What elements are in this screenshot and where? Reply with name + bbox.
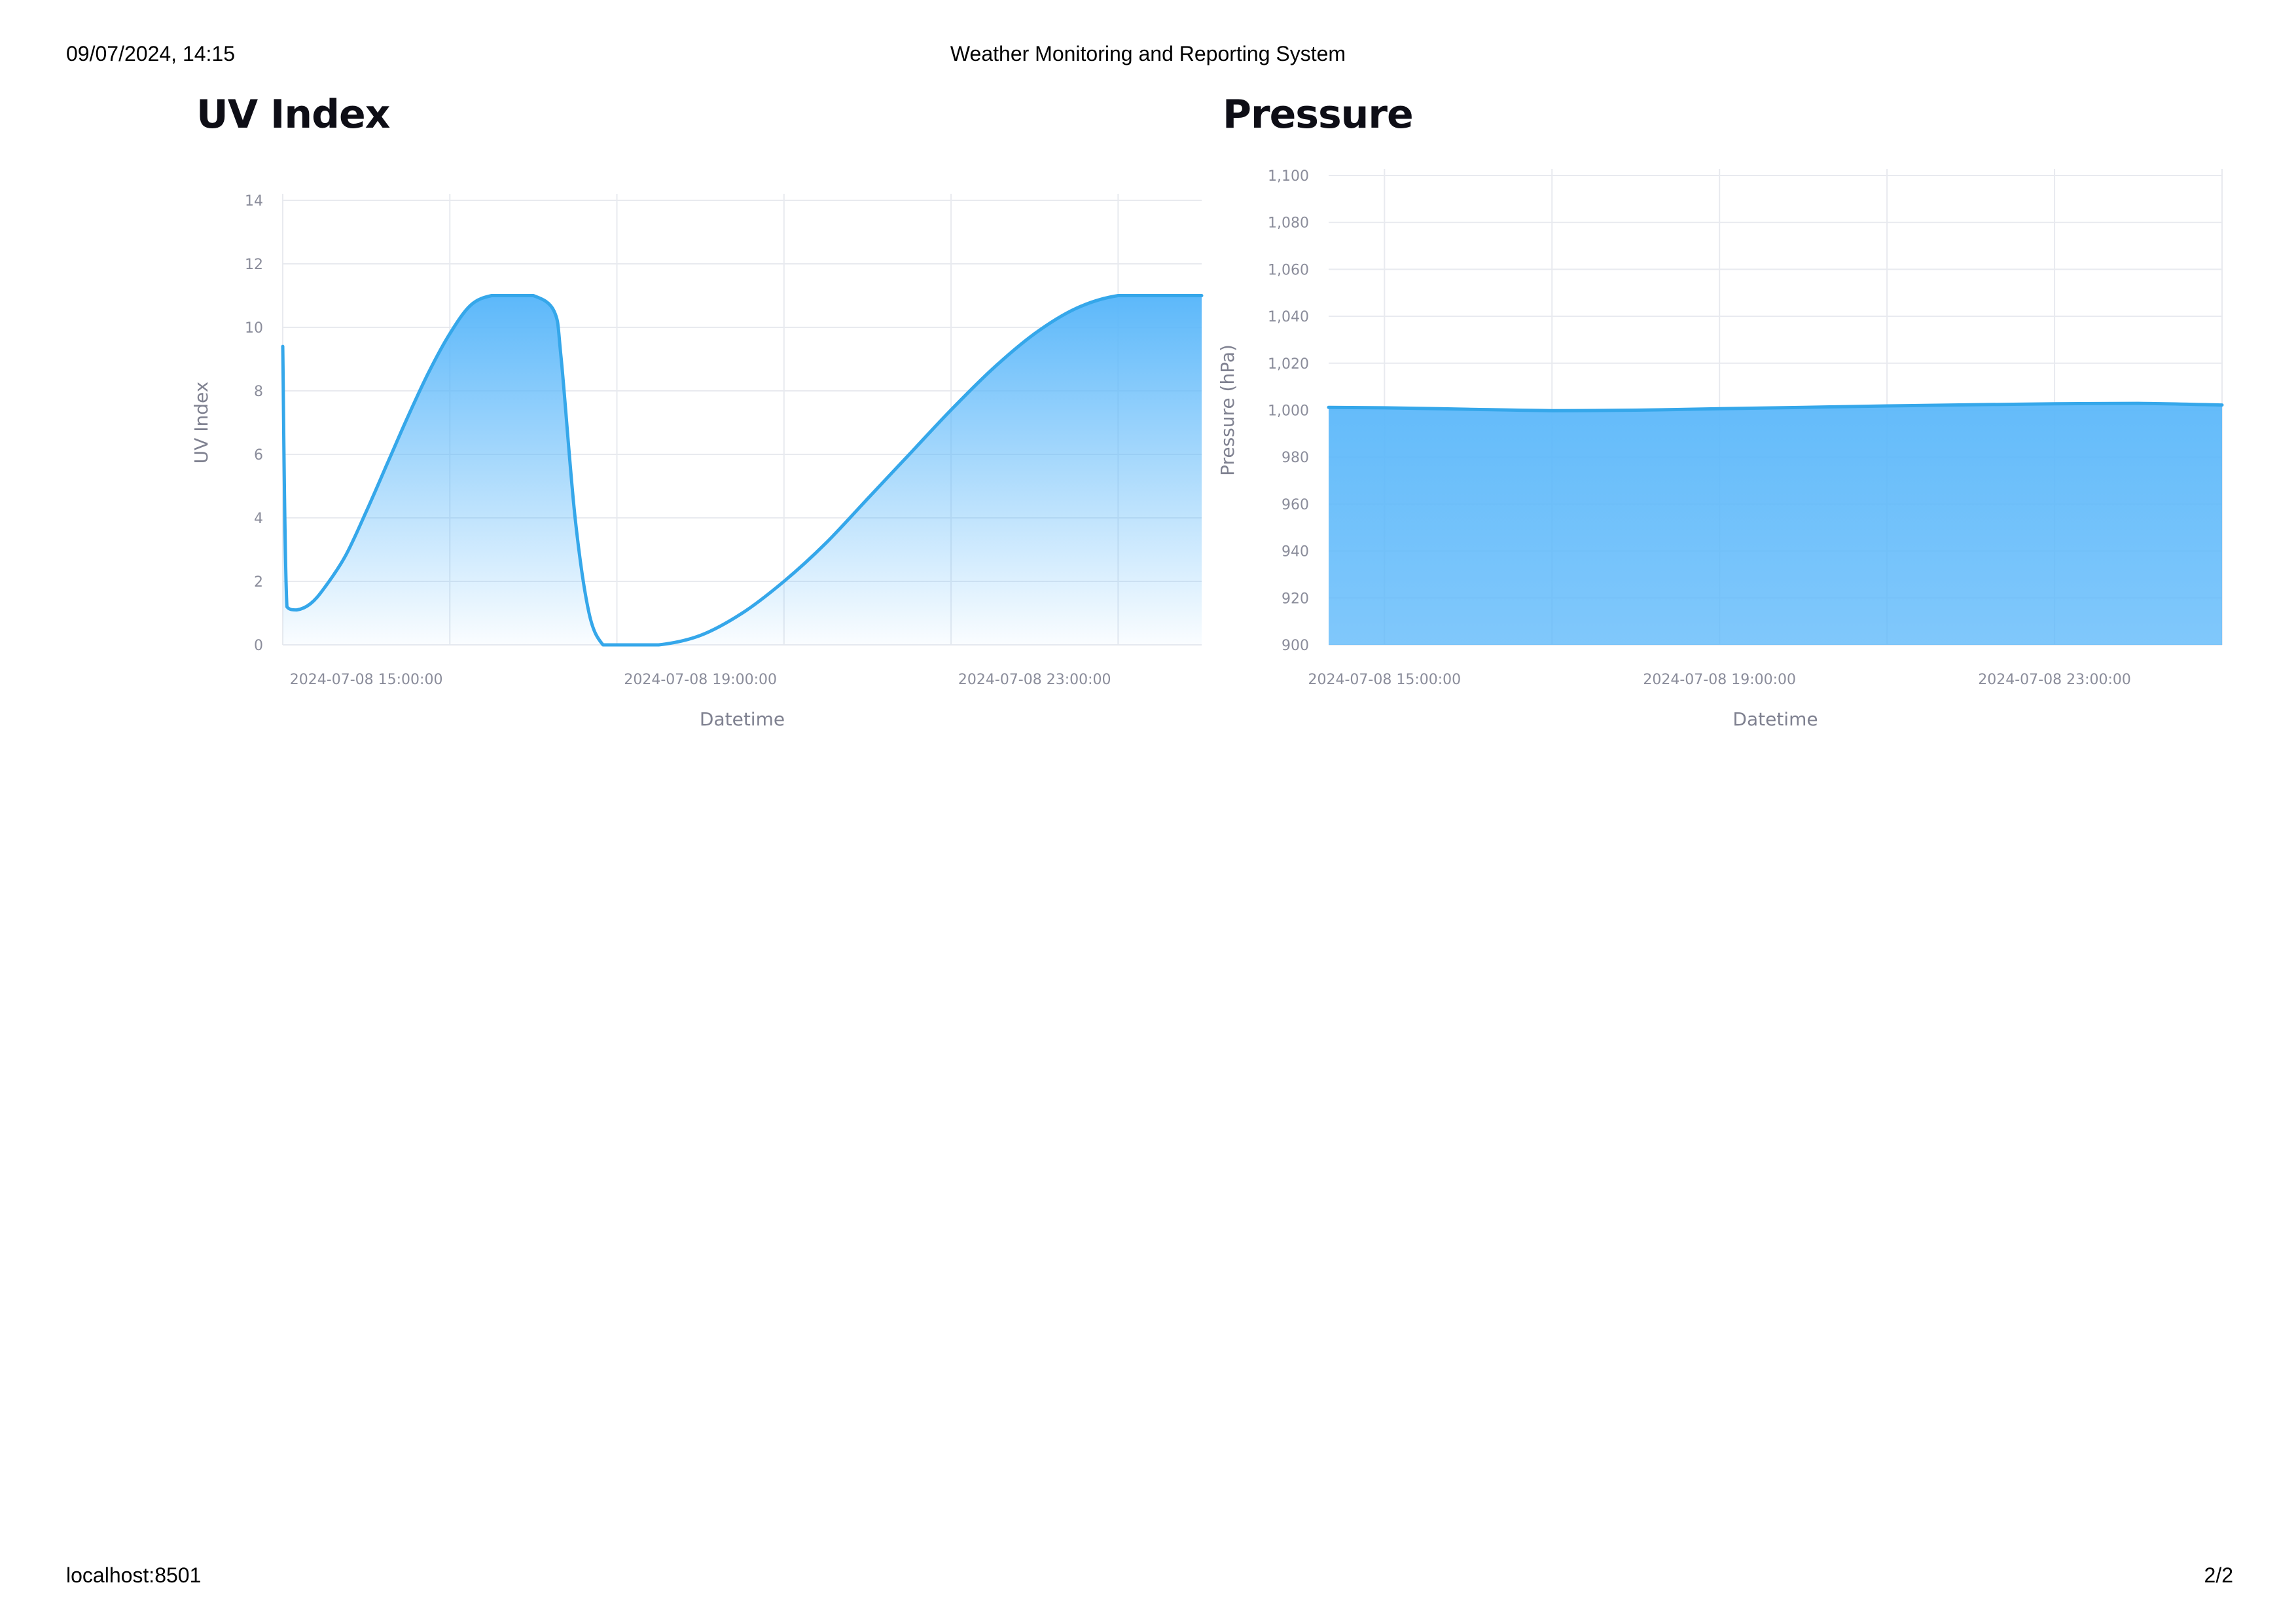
x-tick-label: 2024-07-08 23:00:00 — [1978, 672, 2131, 688]
data-point[interactable] — [1799, 403, 1807, 411]
data-point[interactable] — [2218, 401, 2226, 409]
data-point[interactable] — [1380, 404, 1388, 412]
y-tick-label: 920 — [1282, 591, 1309, 607]
data-point[interactable] — [1967, 401, 1975, 409]
series-area-fill — [1329, 403, 2222, 645]
x-tick-label: 2024-07-08 19:00:00 — [1643, 672, 1796, 688]
y-tick-label: 1,060 — [1268, 262, 1309, 278]
data-point[interactable] — [2134, 399, 2142, 407]
y-tick-label: 1,040 — [1268, 309, 1309, 325]
data-point[interactable] — [2051, 400, 2058, 408]
print-footer-page-number: 2/2 — [2204, 1563, 2233, 1587]
data-point[interactable] — [1715, 405, 1723, 412]
y-tick-label: 1,020 — [1268, 356, 1309, 373]
y-tick-label: 1,080 — [1268, 215, 1309, 232]
y-axis-title: Pressure (hPa) — [1217, 344, 1238, 476]
data-point[interactable] — [1548, 407, 1556, 414]
y-tick-label: 960 — [1282, 497, 1309, 513]
data-point[interactable] — [1464, 405, 1472, 413]
data-point[interactable] — [1883, 402, 1891, 410]
data-point[interactable] — [1325, 403, 1333, 411]
pressure-chart[interactable]: 900 920 940 960 980 1,000 1,020 1,040 1,060 1,080… — [0, 0, 2296, 1623]
x-axis-title: Datetime — [1732, 708, 1818, 730]
y-tick-label: 1,100 — [1268, 168, 1309, 185]
print-footer-url: localhost:8501 — [66, 1563, 202, 1587]
y-tick-label: 940 — [1282, 544, 1309, 560]
x-tick-label: 2024-07-08 15:00:00 — [1308, 672, 1461, 688]
data-point[interactable] — [1632, 407, 1640, 414]
y-tick-label: 980 — [1282, 450, 1309, 466]
y-tick-label: 900 — [1282, 638, 1309, 654]
y-tick-label: 1,000 — [1268, 403, 1309, 420]
